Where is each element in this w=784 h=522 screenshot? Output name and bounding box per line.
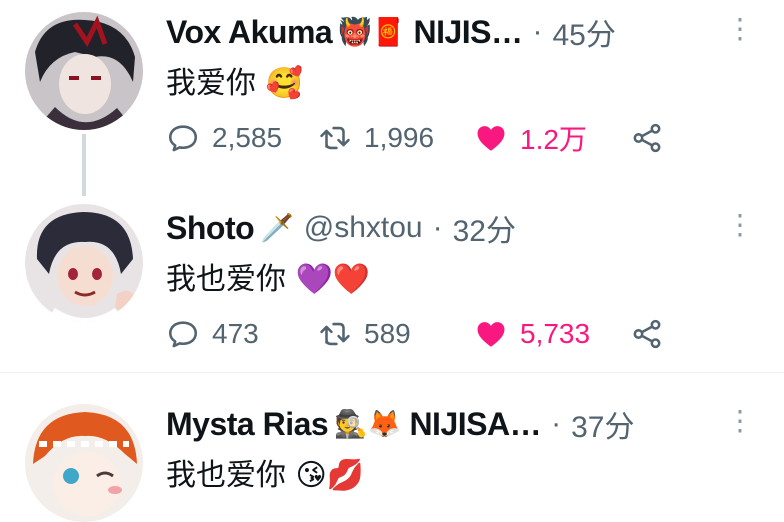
like-button[interactable]: 1.2万	[474, 116, 587, 160]
share-button[interactable]	[630, 116, 676, 160]
heart-icon	[477, 322, 505, 347]
thread-connector	[82, 134, 86, 196]
tweet-header: Vox Akuma 👹🧧 NIJIS… · 45分	[166, 10, 616, 54]
more-icon[interactable]: ⋮	[726, 12, 754, 45]
retweet-button[interactable]: 589	[318, 312, 411, 356]
like-count: 1.2万	[520, 124, 587, 155]
share-icon	[633, 319, 661, 349]
display-name-suffix[interactable]: NIJISA…	[409, 406, 541, 443]
like-count: 5,733	[520, 318, 591, 349]
tweet-divider	[0, 372, 784, 373]
avatar[interactable]	[25, 12, 143, 130]
name-emoji: 🕵️🦊	[334, 409, 402, 440]
avatar[interactable]	[25, 204, 143, 322]
reply-button[interactable]: 2,585	[166, 116, 282, 160]
reply-icon	[168, 321, 198, 348]
retweet-icon	[320, 126, 350, 150]
more-icon[interactable]: ⋮	[726, 208, 754, 241]
retweet-count: 1,996	[364, 122, 435, 153]
tweet-shoto[interactable]: Shoto 🗡️ @shxtou · 32分 ⋮ 我也爱你 💜❤️ 473 58…	[0, 196, 784, 366]
timestamp[interactable]: 37分	[571, 402, 634, 446]
action-bar: 2,585 1,996 1.2万	[166, 116, 706, 160]
display-name[interactable]: Mysta Rias	[166, 406, 329, 443]
reply-count: 473	[212, 318, 259, 349]
more-icon[interactable]: ⋮	[726, 404, 754, 437]
timestamp[interactable]: 32分	[453, 206, 516, 250]
separator-dot: ·	[551, 407, 562, 440]
retweet-button[interactable]: 1,996	[318, 116, 434, 160]
separator-dot: ·	[432, 211, 443, 244]
display-name[interactable]: Vox Akuma	[166, 14, 333, 51]
tweet-mysta[interactable]: Mysta Rias 🕵️🦊 NIJISA… · 37分 ⋮ 我也爱你 😘💋	[0, 392, 784, 522]
tweet-text: 我爱你 🥰	[166, 66, 303, 101]
reply-count: 2,585	[212, 122, 283, 153]
tweet-header: Shoto 🗡️ @shxtou · 32分	[166, 206, 516, 250]
handle[interactable]: @shxtou	[304, 211, 423, 245]
tweet-header: Mysta Rias 🕵️🦊 NIJISA… · 37分	[166, 402, 634, 446]
reply-icon	[168, 125, 198, 152]
heart-icon	[477, 126, 505, 151]
avatar[interactable]	[25, 404, 143, 522]
reply-button[interactable]: 473	[166, 312, 259, 356]
like-button[interactable]: 5,733	[474, 312, 590, 356]
timestamp[interactable]: 45分	[553, 10, 616, 54]
share-icon	[633, 123, 661, 153]
name-emoji: 🗡️	[260, 213, 294, 244]
display-name[interactable]: Shoto	[166, 210, 255, 247]
tweet-vox[interactable]: Vox Akuma 👹🧧 NIJIS… · 45分 ⋮ 我爱你 🥰 2,585 …	[0, 0, 784, 196]
tweet-text: 我也爱你 😘💋	[166, 458, 365, 493]
retweet-icon	[320, 322, 350, 346]
action-bar: 473 589 5,733	[166, 312, 706, 356]
retweet-count: 589	[364, 318, 411, 349]
display-name-suffix[interactable]: NIJIS…	[413, 14, 523, 51]
separator-dot: ·	[532, 15, 543, 48]
share-button[interactable]	[630, 312, 676, 356]
tweet-text: 我也爱你 💜❤️	[166, 262, 371, 297]
name-emoji: 👹🧧	[338, 17, 406, 48]
